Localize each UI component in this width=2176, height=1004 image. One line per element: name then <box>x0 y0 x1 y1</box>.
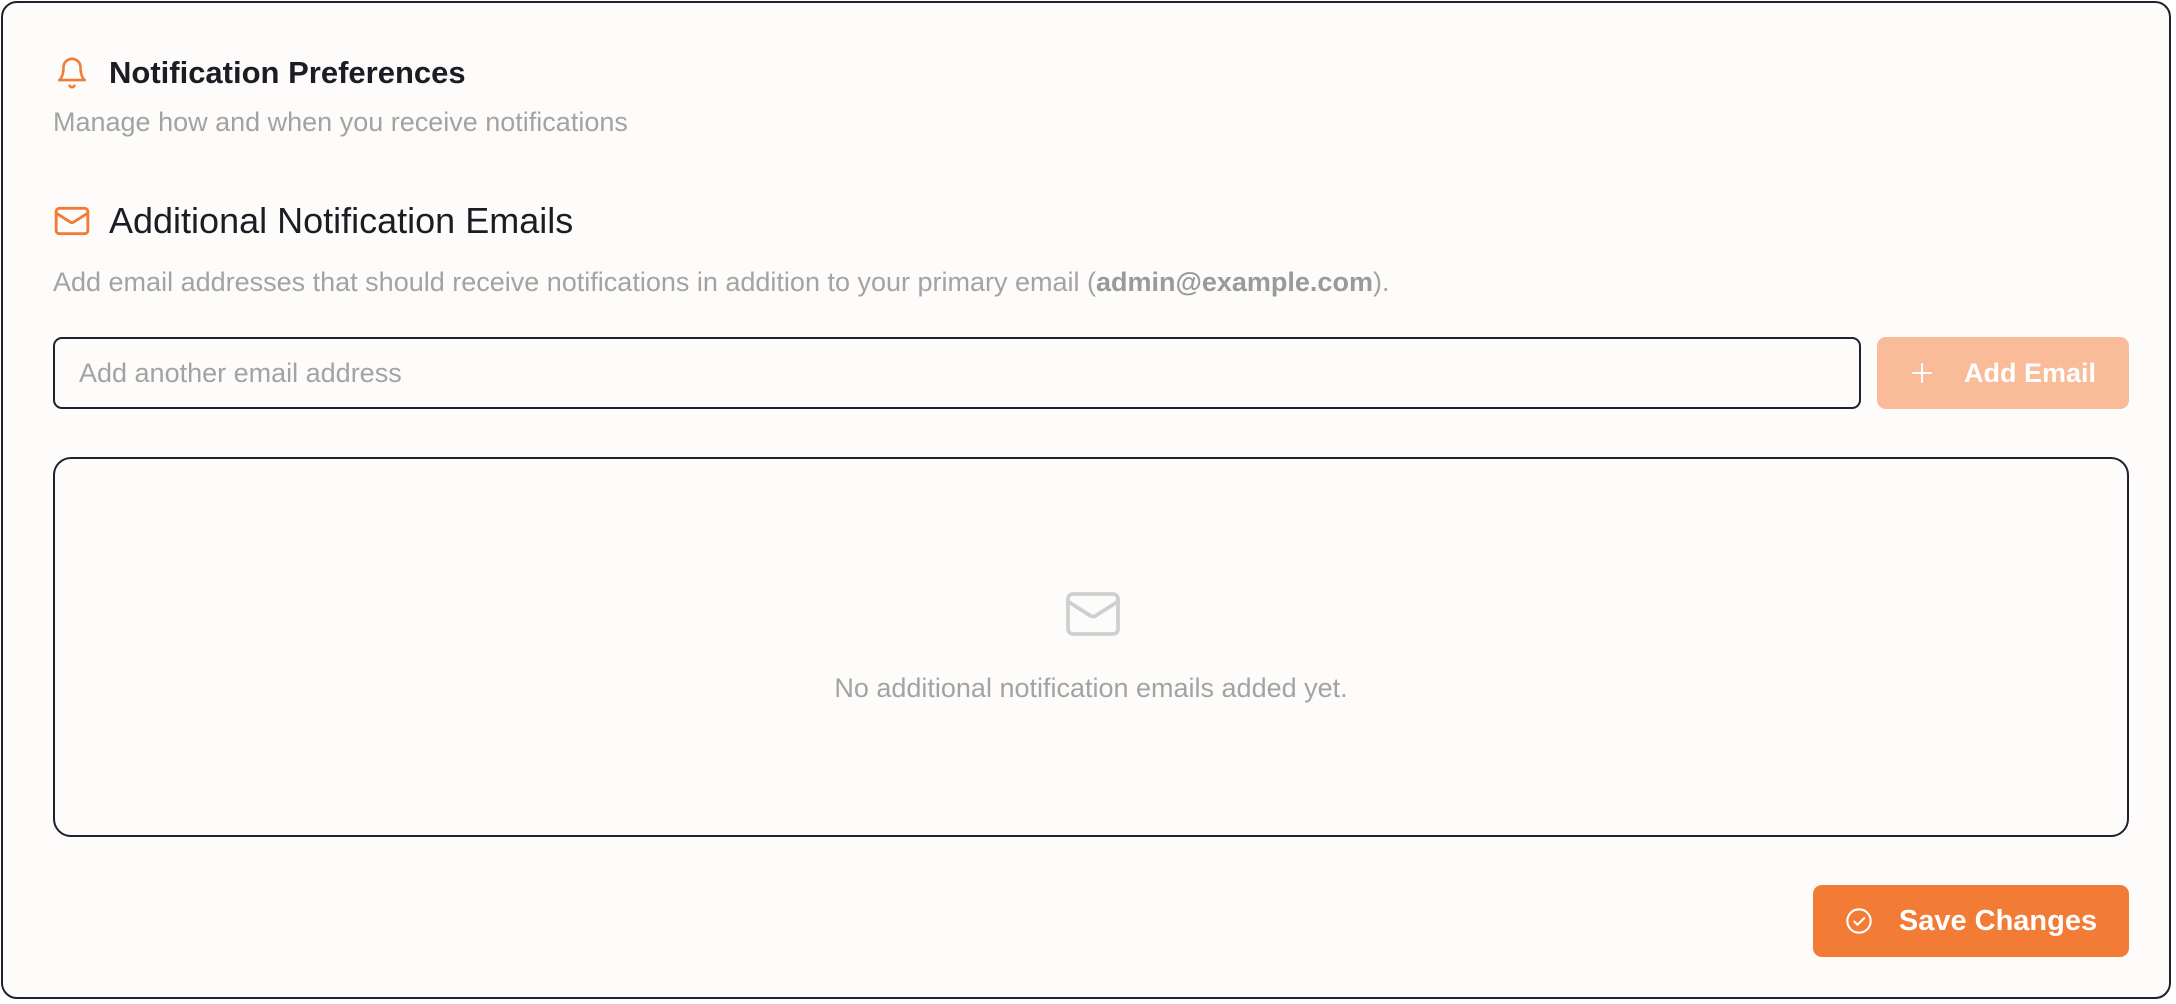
mail-icon <box>53 202 91 240</box>
mail-icon <box>1063 589 1123 639</box>
section-title: Additional Notification Emails <box>109 200 574 241</box>
plus-icon <box>1910 361 1934 385</box>
save-changes-button[interactable]: Save Changes <box>1813 885 2129 957</box>
add-email-button[interactable]: Add Email <box>1877 337 2129 409</box>
check-circle-icon <box>1845 907 1873 935</box>
primary-email: admin@example.com <box>1096 267 1373 297</box>
save-changes-label: Save Changes <box>1898 904 2098 937</box>
section-header: Additional Notification Emails <box>53 199 573 243</box>
description-prefix: Add email addresses that should receive … <box>53 267 1097 297</box>
description-suffix: ). <box>1372 267 1390 297</box>
section-description: Add email addresses that should receive … <box>53 267 1389 298</box>
bell-icon <box>53 54 91 92</box>
empty-state-message: No additional notification emails added … <box>834 673 1348 703</box>
email-list-empty-state: No additional notification emails added … <box>53 457 2129 837</box>
page-subtitle: Manage how and when you receive notifica… <box>53 107 628 137</box>
header: Notification Preferences <box>53 53 466 93</box>
add-email-label: Add Email <box>1963 357 2097 388</box>
email-input[interactable] <box>53 337 1861 409</box>
notification-preferences-card: Notification Preferences Manage how and … <box>1 1 2171 999</box>
page-title: Notification Preferences <box>109 55 466 90</box>
